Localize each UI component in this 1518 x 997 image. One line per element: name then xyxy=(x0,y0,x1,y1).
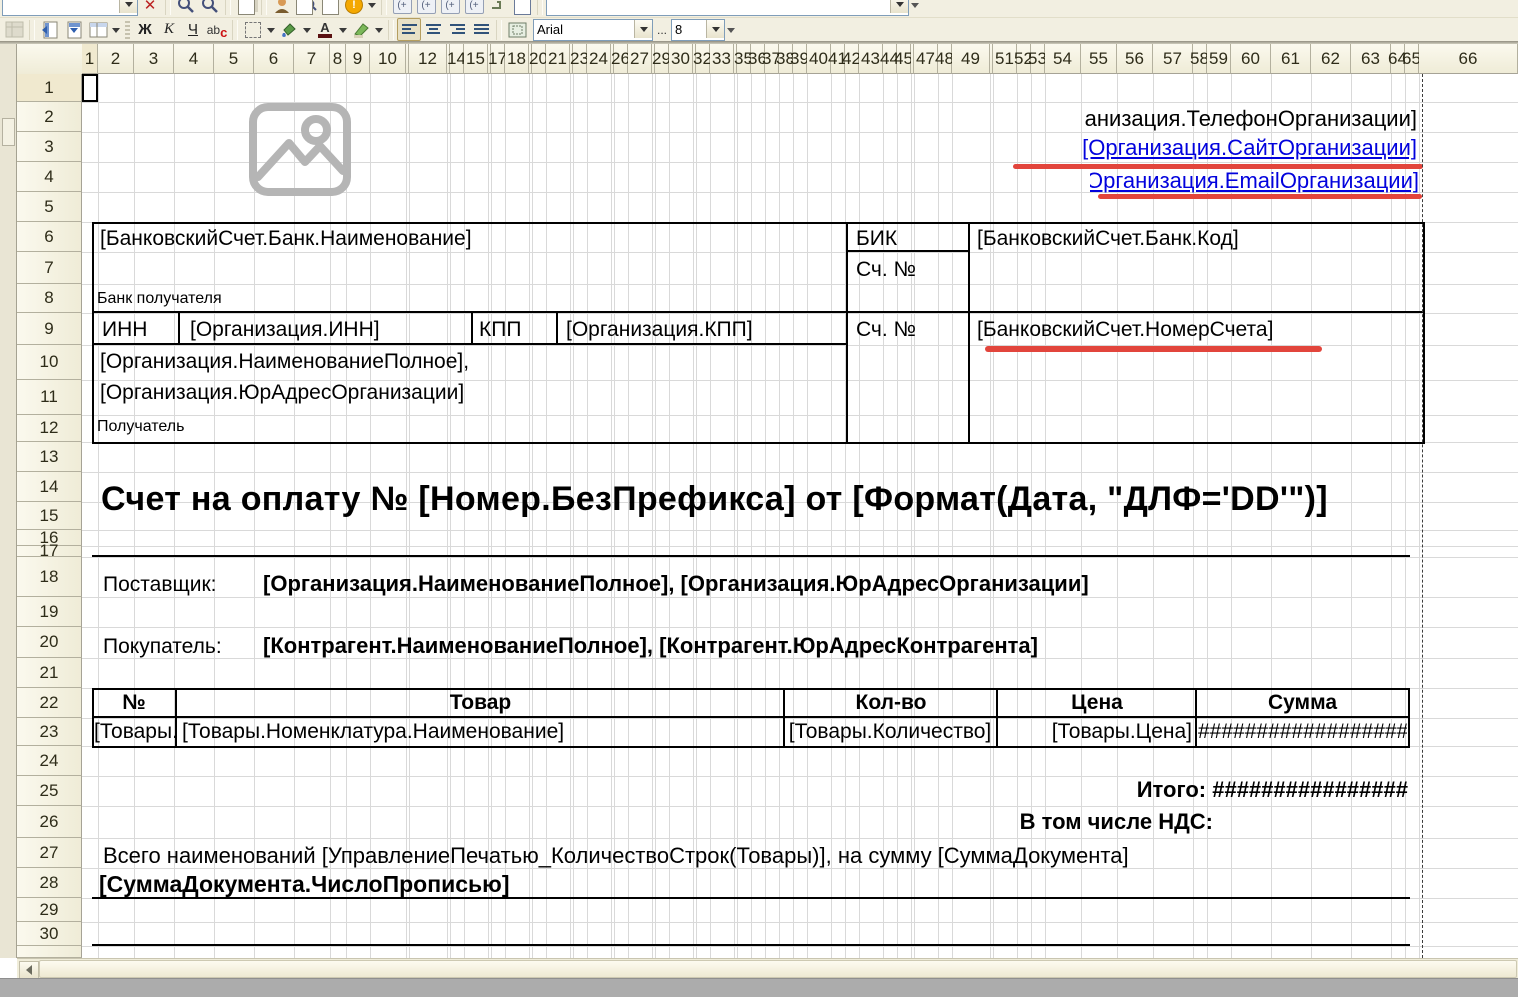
buyer-label: Покупатель: xyxy=(103,635,222,659)
gridline-h xyxy=(82,546,1518,547)
page-break-line xyxy=(1422,74,1423,958)
invoice-title: Счет на оплату № [Номер.БезПрефикса] от … xyxy=(101,480,1328,519)
buyer-field: [Контрагент.НаименованиеПолное], [Контра… xyxy=(263,633,1038,658)
items-row-sum-field: ################### xyxy=(1198,720,1407,744)
gridline-v xyxy=(1391,74,1392,958)
org-fullname-field: [Организация.НаименованиеПолное], xyxy=(100,350,469,374)
logo-image-placeholder-icon[interactable] xyxy=(247,101,353,198)
account-number-field: [БанковскийСчет.НомерСчета] xyxy=(977,318,1273,342)
amount-in-words-field: [СуммаДокумента.ЧислоПрописью] xyxy=(99,871,509,897)
footer-line-bottom xyxy=(92,944,1410,946)
org-email-link[interactable]: [Организация.EmailОрганизации] xyxy=(1090,167,1419,194)
bik-field: [БанковскийСчет.Банк.Код] xyxy=(977,227,1239,251)
items-col-sum: Сумма xyxy=(1197,691,1408,715)
kpp-label: КПП xyxy=(479,318,521,342)
vat-line: В том числе НДС: xyxy=(800,809,1213,834)
title-underline xyxy=(92,555,1410,557)
items-row-qty-field: [Товары.Количество] xyxy=(785,720,995,744)
spreadsheet-editor-window: ✕ ! (+ (+ (+ (+ Ж К Ч abc xyxy=(0,0,1518,997)
kpp-field: [Организация.КПП] xyxy=(566,318,753,342)
items-col-num: № xyxy=(92,691,176,715)
items-col-qty: Кол-во xyxy=(785,691,997,715)
bank-name-field: [БанковскийСчет.Банк.Наименование] xyxy=(100,227,472,251)
supplier-label: Поставщик: xyxy=(103,573,217,597)
gridline-h xyxy=(82,472,1518,473)
supplier-field: [Организация.НаименованиеПолное], [Орган… xyxy=(263,571,1089,596)
bank-recipient-label: Банк получателя xyxy=(97,290,222,308)
horizontal-scrollbar[interactable] xyxy=(17,958,1518,979)
bik-label: БИК xyxy=(856,227,897,251)
footer-line-top xyxy=(92,897,1410,899)
gridline-h xyxy=(82,922,1518,923)
items-row-num-field: [Товары.НомерСтроки] xyxy=(94,720,175,744)
gridline-h xyxy=(82,597,1518,598)
gridline-h xyxy=(82,530,1518,531)
scrollbar-thumb[interactable] xyxy=(39,960,1517,978)
gridline-h xyxy=(82,627,1518,628)
gridline-v xyxy=(1351,74,1352,958)
gridline-v xyxy=(1405,74,1406,958)
selected-cell[interactable] xyxy=(82,74,98,102)
scroll-left-arrow-icon[interactable] xyxy=(19,961,39,979)
org-address-field: [Организация.ЮрАдресОрганизации] xyxy=(100,381,464,405)
gridline-h xyxy=(82,806,1518,807)
total-line: Итого: ################ xyxy=(1000,777,1408,802)
inn-field: [Организация.ИНН] xyxy=(190,318,380,342)
gridline-h xyxy=(82,557,1518,558)
items-col-item: Товар xyxy=(177,691,784,715)
red-marker-under-account xyxy=(985,346,1322,352)
account-label-2: Сч. № xyxy=(856,318,916,342)
items-row-item-field: [Товары.Номенклатура.Наименование] xyxy=(182,720,564,744)
recipient-label: Получатель xyxy=(97,418,184,436)
items-count-line: Всего наименований [УправлениеПечатью_Ко… xyxy=(103,843,1129,868)
org-site-link[interactable]: [Организация.СайтОрганизации] xyxy=(1060,134,1417,161)
gridline-v xyxy=(1419,74,1420,958)
org-phone-field: [Организация.ТелефонОрганизации] xyxy=(1085,105,1417,132)
gridline-h xyxy=(82,946,1518,947)
items-col-price: Цена xyxy=(998,691,1196,715)
red-marker-under-email xyxy=(1098,194,1422,199)
status-bar xyxy=(0,978,1518,997)
gridline-v xyxy=(98,74,99,958)
items-row-price-field: [Товары.Цена] xyxy=(998,720,1192,744)
account-label-1: Сч. № xyxy=(856,258,916,282)
gridline-h xyxy=(82,838,1518,839)
inn-label: ИНН xyxy=(102,318,147,342)
